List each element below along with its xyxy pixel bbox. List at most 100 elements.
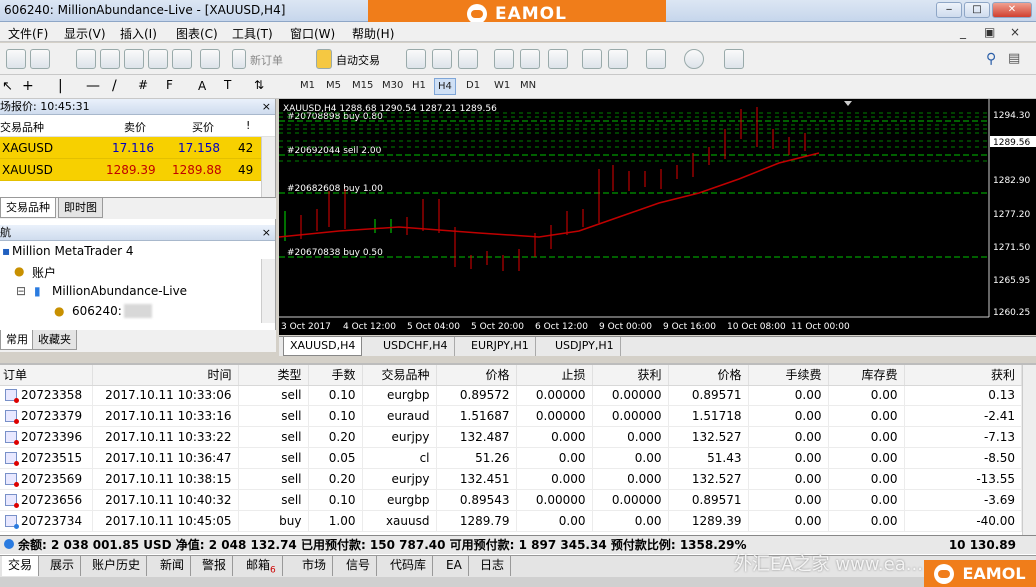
nav-accounts[interactable]: 账户: [32, 264, 56, 281]
tf-d1[interactable]: D1: [466, 80, 480, 91]
tab-market[interactable]: 市场: [296, 556, 334, 576]
col-spread[interactable]: !: [246, 119, 250, 132]
periods-icon[interactable]: [684, 49, 704, 69]
col-order[interactable]: 订单: [0, 365, 93, 386]
col-tp[interactable]: 获利: [592, 365, 669, 386]
zoom-in-icon[interactable]: [494, 49, 514, 69]
zoom-out-icon[interactable]: [520, 49, 540, 69]
autoscroll-icon[interactable]: [608, 49, 628, 69]
tile-windows-icon[interactable]: [548, 49, 568, 69]
trade-row[interactable]: 20723358 2017.10.11 10:33:06 sell 0.10 eurgb…: [0, 385, 1022, 407]
tab-code-base[interactable]: 代码库: [384, 556, 434, 576]
navigator-icon[interactable]: [124, 49, 144, 69]
col-bid[interactable]: 卖价: [124, 119, 146, 135]
data-window-icon[interactable]: [100, 49, 120, 69]
bar-chart-icon[interactable]: [406, 49, 426, 69]
mdi-close-icon[interactable]: ×: [1010, 25, 1020, 39]
tf-m15[interactable]: M15: [352, 80, 373, 91]
text-tool-icon[interactable]: A: [198, 79, 206, 93]
mdi-minimize-icon[interactable]: _: [960, 25, 966, 39]
col-time[interactable]: 时间: [92, 365, 239, 386]
community-icon[interactable]: ▤: [1008, 51, 1020, 66]
trade-row[interactable]: 20723656 2017.10.11 10:40:32 sell 0.10 eurgb…: [0, 489, 1022, 511]
tf-mn[interactable]: MN: [520, 80, 536, 91]
menu-window[interactable]: 窗口(W): [290, 25, 335, 42]
mdi-restore-icon[interactable]: ▣: [984, 25, 995, 39]
tf-h4[interactable]: H4: [434, 78, 456, 95]
tab-symbols[interactable]: 交易品种: [0, 198, 56, 218]
col-swap[interactable]: 库存费: [828, 365, 905, 386]
col-symbol[interactable]: 交易品种: [362, 365, 437, 386]
panel-close-icon[interactable]: ×: [262, 99, 271, 114]
templates-icon[interactable]: [724, 49, 744, 69]
tab-mailbox[interactable]: 邮箱6: [240, 556, 283, 576]
trade-row[interactable]: 20723734 2017.10.11 10:45:05 buy 1.00 xauusd…: [0, 510, 1022, 532]
col-lots[interactable]: 手数: [308, 365, 363, 386]
terminal-scrollbar[interactable]: [1022, 365, 1036, 535]
strategy-tester-icon[interactable]: [172, 49, 192, 69]
panel-close-icon[interactable]: ×: [262, 225, 271, 240]
chart-tab-xauusd[interactable]: XAUUSD,H4: [283, 337, 363, 356]
chart-shift-icon[interactable]: [582, 49, 602, 69]
horizontal-line-icon[interactable]: —: [86, 78, 100, 94]
text-label-icon[interactable]: T: [224, 78, 231, 92]
terminal-icon[interactable]: [148, 49, 168, 69]
tree-collapse-icon[interactable]: ⊟: [16, 284, 26, 298]
close-button[interactable]: ✕: [992, 2, 1032, 18]
chart-tab-usdchf[interactable]: USDCHF,H4: [377, 337, 455, 356]
nav-root[interactable]: Million MetaTrader 4: [12, 244, 133, 258]
tf-m5[interactable]: M5: [326, 80, 341, 91]
vertical-line-icon[interactable]: |: [58, 78, 63, 94]
tab-news[interactable]: 新闻: [154, 556, 192, 576]
tf-w1[interactable]: W1: [494, 80, 510, 91]
menu-file[interactable]: 文件(F): [8, 25, 48, 42]
navigator-scrollbar[interactable]: [261, 259, 275, 323]
tab-journal[interactable]: 日志: [474, 556, 512, 576]
chart-tab-eurjpy[interactable]: EURJPY,H1: [465, 337, 536, 356]
trade-row[interactable]: 20723569 2017.10.11 10:38:15 sell 0.20 eurjp…: [0, 468, 1022, 490]
market-watch-row[interactable]: XAGUSD 17.116 17.158 42: [0, 137, 275, 159]
menu-charts[interactable]: 图表(C): [176, 25, 218, 42]
nav-server[interactable]: MillionAbundance-Live: [52, 284, 187, 298]
trendline-icon[interactable]: /: [112, 78, 117, 94]
tab-common[interactable]: 常用: [0, 330, 34, 350]
search-icon[interactable]: ⚲: [986, 51, 996, 67]
col-ask[interactable]: 买价: [192, 119, 214, 135]
col-profit[interactable]: 获利: [904, 365, 1022, 386]
cursor-icon[interactable]: ↖: [2, 79, 13, 94]
tf-m30[interactable]: M30: [382, 80, 403, 91]
channel-icon[interactable]: #: [138, 78, 148, 92]
price-chart[interactable]: 1294.30 1289.56 1282.90 1277.20 1271.50 1265.…: [278, 99, 1036, 335]
col-price[interactable]: 价格: [668, 365, 749, 386]
chart-svg[interactable]: 1294.30 1289.56 1282.90 1277.20 1271.50 1265.…: [278, 99, 1036, 335]
candlestick-icon[interactable]: [432, 49, 452, 69]
profiles-icon[interactable]: [30, 49, 50, 69]
col-symbol[interactable]: 交易品种: [0, 119, 44, 135]
market-watch-row[interactable]: XAUUSD 1289.39 1289.88 49: [0, 159, 275, 181]
minimize-button[interactable]: ‒: [936, 2, 962, 18]
tab-trade[interactable]: 交易: [2, 556, 40, 576]
tab-account-history[interactable]: 账户历史: [86, 556, 148, 576]
menu-insert[interactable]: 插入(I): [120, 25, 157, 42]
tab-experts[interactable]: EA: [440, 556, 469, 576]
nav-account[interactable]: 606240:: [72, 304, 122, 318]
tab-exposure[interactable]: 展示: [44, 556, 82, 576]
line-chart-icon[interactable]: [458, 49, 478, 69]
chart-tab-usdjpy[interactable]: USDJPY,H1: [549, 337, 621, 356]
market-watch-scrollbar[interactable]: [261, 137, 275, 197]
col-sl[interactable]: 止损: [516, 365, 593, 386]
indicators-icon[interactable]: [646, 49, 666, 69]
market-watch-icon[interactable]: [76, 49, 96, 69]
tab-alerts[interactable]: 警报: [196, 556, 234, 576]
auto-trading-icon[interactable]: [316, 49, 332, 69]
trade-row[interactable]: 20723379 2017.10.11 10:33:16 sell 0.10 eurau…: [0, 405, 1022, 428]
arrows-icon[interactable]: ⇅: [254, 78, 264, 92]
menu-tools[interactable]: 工具(T): [232, 25, 273, 42]
col-open-price[interactable]: 价格: [436, 365, 517, 386]
fibonacci-icon[interactable]: F: [166, 78, 173, 92]
new-chart-icon[interactable]: [6, 49, 26, 69]
new-order-icon[interactable]: [232, 49, 246, 69]
tab-signals[interactable]: 信号: [340, 556, 378, 576]
col-type[interactable]: 类型: [238, 365, 309, 386]
col-commission[interactable]: 手续费: [748, 365, 829, 386]
